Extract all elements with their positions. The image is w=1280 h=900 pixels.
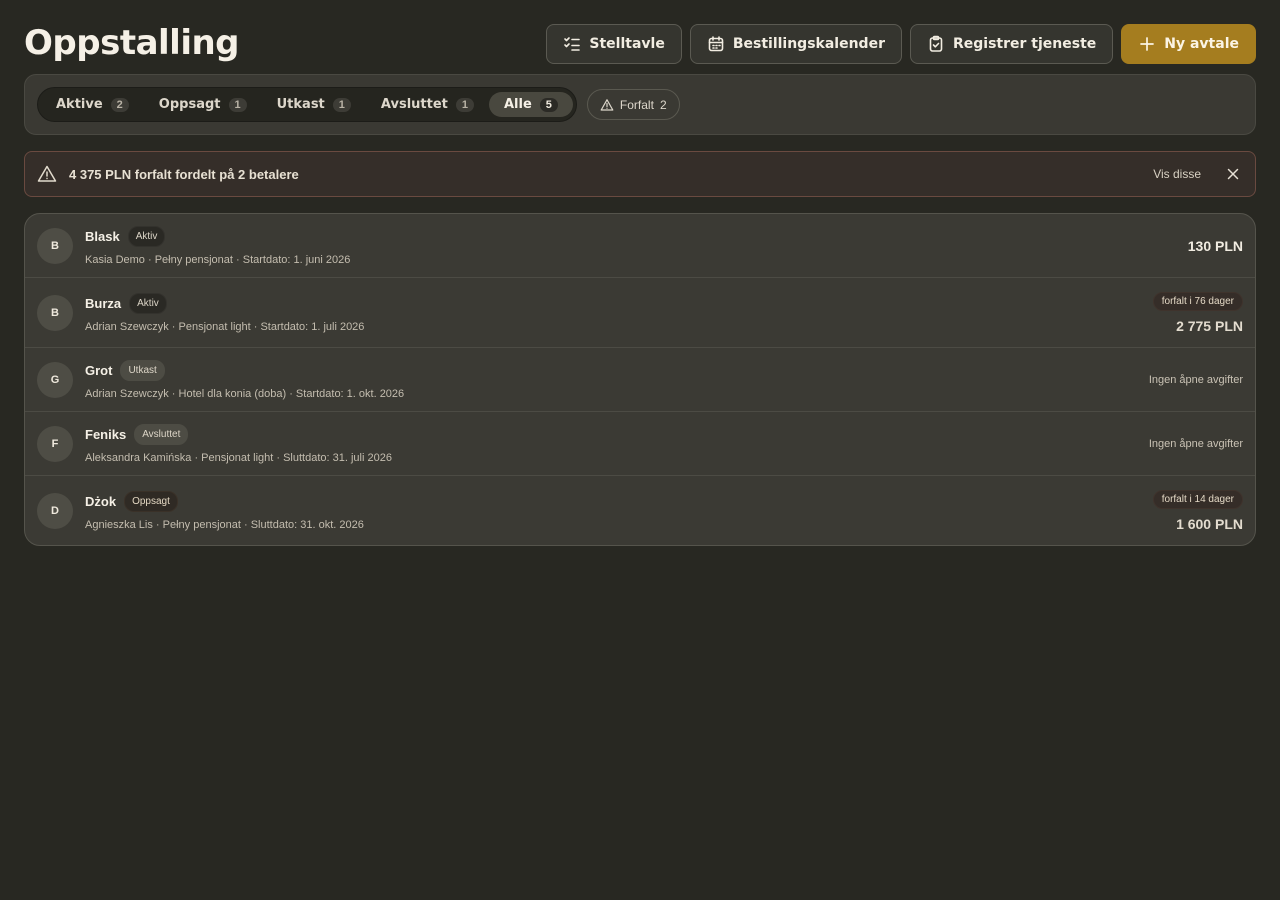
overdue-badge: forfalt i 14 dager xyxy=(1152,489,1243,509)
care-board-label: Stelltavle xyxy=(589,36,665,52)
tab-count: 2 xyxy=(110,97,129,112)
name-line: Dżok Oppsagt xyxy=(85,490,364,512)
tab-label: Alle xyxy=(504,97,532,112)
care-board-button[interactable]: Stelltavle xyxy=(546,24,682,64)
status-tabs: Aktive 2 Oppsagt 1 Utkast 1 Avsluttet 1 … xyxy=(37,87,577,122)
horse-name: Grot xyxy=(85,362,113,378)
checklist-icon xyxy=(564,37,581,51)
amount: 2 775 PLN xyxy=(1176,317,1243,334)
warning-triangle-icon xyxy=(600,98,614,111)
status-badge: Oppsagt xyxy=(124,490,178,512)
item-balance: Ingen åpne avgifter xyxy=(1149,438,1243,450)
avatar: G xyxy=(37,361,73,398)
tab-count: 1 xyxy=(332,97,351,112)
avatar: B xyxy=(37,227,73,264)
overdue-count: 2 xyxy=(659,97,667,112)
avatar: D xyxy=(37,492,73,529)
tab-count: 5 xyxy=(539,97,558,112)
status-badge: Aktiv xyxy=(129,292,167,314)
name-line: Feniks Avsluttet xyxy=(85,423,392,445)
overdue-badge: forfalt i 76 dager xyxy=(1152,291,1243,311)
booking-calendar-label: Bestillingskalender xyxy=(732,36,885,52)
overdue-alert: 4 375 PLN forfalt fordelt på 2 betalere … xyxy=(24,151,1256,197)
list-item[interactable]: B Blask Aktiv Kasia Demo · Pełny pensjon… xyxy=(25,214,1255,277)
warning-triangle-icon xyxy=(37,164,57,184)
list-item[interactable]: F Feniks Avsluttet Aleksandra Kamińska ·… xyxy=(25,411,1255,475)
alert-message: 4 375 PLN forfalt fordelt på 2 betalere xyxy=(69,166,299,182)
no-open-fees: Ingen åpne avgifter xyxy=(1148,437,1243,450)
close-icon[interactable] xyxy=(1227,168,1239,180)
item-balance: forfalt i 76 dager 2 775 PLN xyxy=(1152,291,1243,334)
register-service-label: Registrer tjeneste xyxy=(952,36,1097,52)
horse-name: Blask xyxy=(85,228,120,244)
item-info: Blask Aktiv Kasia Demo · Pełny pensjonat… xyxy=(85,225,351,266)
agreement-list: B Blask Aktiv Kasia Demo · Pełny pensjon… xyxy=(24,213,1256,546)
tab-label: Utkast xyxy=(276,97,325,112)
item-meta: Agnieszka Lis · Pełny pensjonat · Sluttd… xyxy=(85,518,364,531)
item-balance: Ingen åpne avgifter xyxy=(1149,374,1243,386)
item-meta: Kasia Demo · Pełny pensjonat · Startdato… xyxy=(85,253,351,266)
item-info: Grot Utkast Adrian Szewczyk · Hotel dla … xyxy=(85,359,405,400)
item-meta: Adrian Szewczyk · Hotel dla konia (doba)… xyxy=(85,387,405,400)
item-meta: Adrian Szewczyk · Pensjonat light · Star… xyxy=(85,320,365,333)
calendar-icon xyxy=(708,36,724,52)
show-these-link[interactable]: Vis disse xyxy=(1153,167,1201,181)
status-badge: Avsluttet xyxy=(134,423,189,445)
new-agreement-button[interactable]: Ny avtale xyxy=(1121,24,1256,64)
tab-label: Oppsagt xyxy=(158,97,221,112)
tab-count: 1 xyxy=(455,97,474,112)
booking-calendar-button[interactable]: Bestillingskalender xyxy=(689,24,902,64)
page-title: Oppstalling xyxy=(24,23,240,63)
tab-utkast[interactable]: Utkast 1 xyxy=(262,92,366,117)
status-badge: Utkast xyxy=(120,359,165,381)
horse-name: Feniks xyxy=(85,426,127,442)
filter-panel: Aktive 2 Oppsagt 1 Utkast 1 Avsluttet 1 … xyxy=(24,74,1256,135)
list-item[interactable]: G Grot Utkast Adrian Szewczyk · Hotel dl… xyxy=(25,347,1255,411)
item-balance: 130 PLN xyxy=(1188,238,1243,254)
avatar: B xyxy=(37,294,73,331)
tab-aktive[interactable]: Aktive 2 xyxy=(41,92,144,117)
name-line: Blask Aktiv xyxy=(85,225,350,247)
register-service-button[interactable]: Registrer tjeneste xyxy=(909,24,1114,64)
tab-oppsagt[interactable]: Oppsagt 1 xyxy=(144,92,262,117)
item-meta: Aleksandra Kamińska · Pensjonat light · … xyxy=(85,451,392,464)
amount: 130 PLN xyxy=(1187,237,1243,254)
avatar: F xyxy=(37,425,73,462)
no-open-fees: Ingen åpne avgifter xyxy=(1148,373,1243,386)
name-line: Grot Utkast xyxy=(85,359,404,381)
item-info: Feniks Avsluttet Aleksandra Kamińska · P… xyxy=(85,423,392,464)
item-balance: forfalt i 14 dager 1 600 PLN xyxy=(1152,489,1243,532)
tab-avsluttet[interactable]: Avsluttet 1 xyxy=(366,92,489,117)
tab-label: Avsluttet xyxy=(380,97,448,112)
status-badge: Aktiv xyxy=(127,225,166,247)
name-line: Burza Aktiv xyxy=(85,292,364,314)
plus-icon xyxy=(1140,37,1155,51)
amount: 1 600 PLN xyxy=(1176,515,1243,532)
clipboard-check-icon xyxy=(929,35,943,52)
tab-count: 1 xyxy=(228,97,247,112)
tab-alle[interactable]: Alle 5 xyxy=(489,92,573,117)
overdue-label: Forfalt xyxy=(619,97,654,112)
horse-name: Dżok xyxy=(85,493,117,509)
item-info: Dżok Oppsagt Agnieszka Lis · Pełny pensj… xyxy=(85,490,364,531)
overdue-filter-chip[interactable]: Forfalt 2 xyxy=(586,89,680,120)
header-actions: Stelltavle Bestillingskalender Registrer… xyxy=(546,24,1256,64)
new-agreement-label: Ny avtale xyxy=(1164,36,1239,52)
list-item[interactable]: D Dżok Oppsagt Agnieszka Lis · Pełny pen… xyxy=(25,475,1255,545)
item-info: Burza Aktiv Adrian Szewczyk · Pensjonat … xyxy=(85,292,365,333)
page-header: Oppstalling Stelltavle Bestillingskalend… xyxy=(24,22,1256,64)
horse-name: Burza xyxy=(85,295,122,311)
list-item[interactable]: B Burza Aktiv Adrian Szewczyk · Pensjona… xyxy=(25,277,1255,347)
tab-label: Aktive xyxy=(56,97,103,112)
